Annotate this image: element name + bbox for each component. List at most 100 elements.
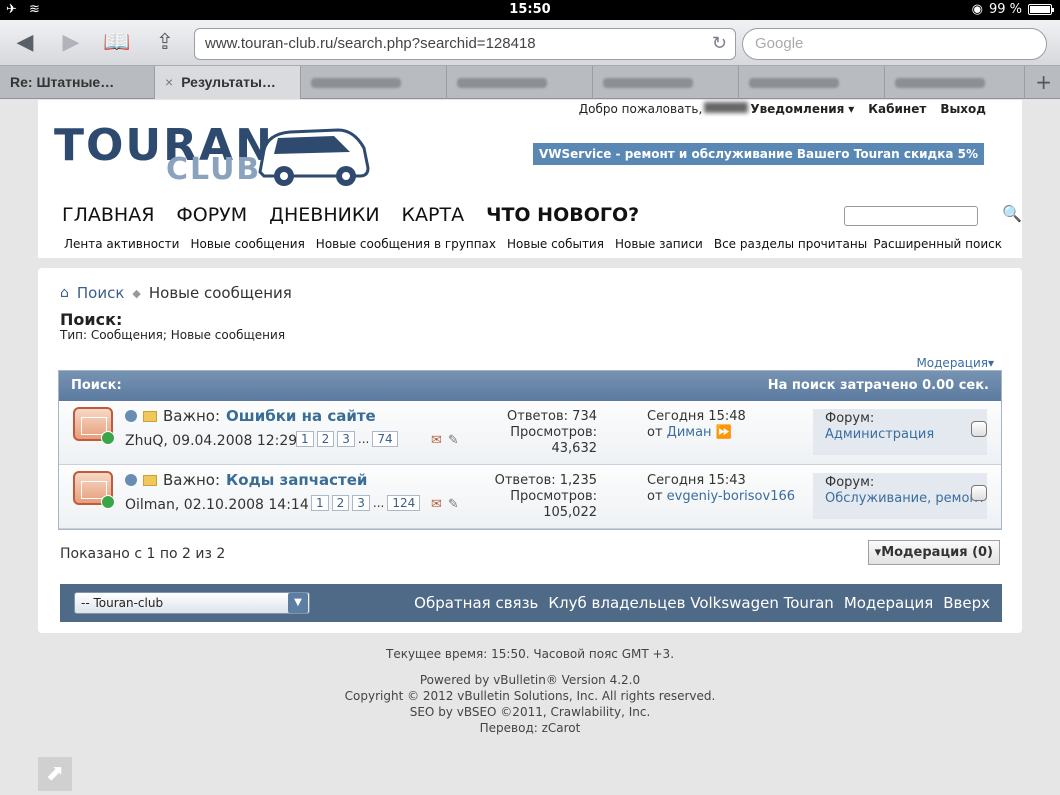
expand-arrow-icon[interactable]: ⬈ (38, 757, 72, 791)
results-count: Показано с 1 по 2 из 2 (60, 546, 226, 562)
page-ellipsis: ... (357, 432, 370, 446)
tab-1[interactable]: Re: Штатные… (0, 66, 155, 99)
nav-whats-new[interactable]: ЧТО НОВОГО? (486, 204, 639, 226)
page-link[interactable]: 74 (372, 431, 398, 447)
style-select[interactable]: -- Touran-club (74, 592, 310, 614)
subnav-new-group-posts[interactable]: Новые сообщения в группах (316, 237, 496, 251)
replies-count: Ответов: 734 (507, 409, 597, 424)
home-icon[interactable]: ⌂ (60, 285, 69, 301)
new-tab-button[interactable]: + (1035, 70, 1052, 94)
powered-by: Powered by vBulletin® Version 4.2.0 (419, 673, 641, 687)
thread-icons: ✉ ✎ (431, 497, 459, 512)
cabinet-link[interactable]: Кабинет (868, 102, 926, 116)
logo-text-bottom: CLUB (166, 152, 262, 187)
back-icon[interactable]: ◀ (10, 29, 40, 57)
page-link[interactable]: 3 (352, 495, 370, 511)
tab-1-label: Re: Штатные… (10, 74, 115, 90)
close-tab-icon[interactable]: × (165, 74, 173, 90)
search-icon[interactable]: 🔍 (1002, 204, 1022, 223)
google-search-placeholder: Google (755, 35, 804, 52)
tab-4[interactable] (447, 66, 593, 99)
bookmarks-icon[interactable]: 📖 (102, 29, 132, 57)
tab-7[interactable] (885, 66, 1025, 99)
select-checkbox[interactable] (971, 485, 987, 501)
select-checkbox[interactable] (971, 421, 987, 437)
last-post-time: Сегодня 15:43 (647, 473, 746, 488)
nav-home[interactable]: ГЛАВНАЯ (62, 204, 154, 226)
page-link[interactable]: 1 (296, 431, 314, 447)
go-last-post-icon[interactable]: ⏩ (716, 425, 732, 440)
advanced-search-link[interactable]: Расширенный поиск (873, 237, 1002, 251)
subnav-new-events[interactable]: Новые события (507, 237, 604, 251)
promo-banner[interactable]: VWService - ремонт и обслуживание Вашего… (532, 143, 984, 165)
site-header: Добро пожаловать, Уведомления ▾ Кабинет В… (38, 100, 1022, 258)
footer-links: Обратная связь Клуб владельцев Volkswage… (414, 594, 990, 612)
footer-moderation-link[interactable]: Модерация (844, 594, 933, 612)
moderation-dropdown[interactable]: Модерация▾ (916, 356, 994, 370)
go-first-unread-icon[interactable] (125, 474, 137, 486)
mail-icon: ✉ (431, 497, 442, 512)
thread-prefix: Важно: (163, 471, 221, 489)
last-post: Сегодня 15:48 от Диман ⏩ (647, 409, 797, 441)
page-link[interactable]: 2 (316, 431, 335, 447)
car-icon (258, 128, 370, 186)
page-link[interactable]: 1 (311, 495, 329, 511)
mail-icon: ✉ (431, 433, 442, 448)
share-icon[interactable]: ⇪ (150, 29, 180, 57)
page-ellipsis: ... (372, 496, 385, 510)
subnav-mark-read[interactable]: Все разделы прочитаны (714, 237, 867, 251)
tab-5[interactable] (593, 66, 739, 99)
main-nav: ГЛАВНАЯ ФОРУМ ДНЕВНИКИ КАРТА ЧТО НОВОГО? (62, 204, 639, 226)
attachment-icon: ✎ (447, 433, 459, 448)
last-post-user[interactable]: evgeniy-borisov166 (667, 489, 795, 504)
site-logo[interactable]: TOURAN CLUB (54, 120, 370, 190)
results-header-title: Поиск: (71, 378, 122, 393)
last-post-time: Сегодня 15:48 (647, 409, 746, 424)
page-links: 1 2 3 ... 74 (296, 431, 398, 447)
subnav-new-entries[interactable]: Новые записи (615, 237, 703, 251)
go-first-unread-icon[interactable] (125, 410, 137, 422)
nav-map[interactable]: КАРТА (402, 204, 465, 226)
breadcrumb-search[interactable]: Поиск (77, 284, 125, 302)
subnav-activity[interactable]: Лента активности (64, 237, 179, 251)
reload-icon[interactable]: ↻ (712, 33, 727, 54)
nav-diaries[interactable]: ДНЕВНИКИ (269, 204, 379, 226)
page-link[interactable]: 2 (331, 495, 350, 511)
nav-forum[interactable]: ФОРУМ (176, 204, 247, 226)
thread-title: Важно: Коды запчастей (125, 471, 367, 489)
site-search-input[interactable] (844, 206, 978, 226)
thread-author[interactable]: ZhuQ, 09.04.2008 12:29 (125, 433, 297, 449)
subnav-new-posts[interactable]: Новые сообщения (190, 237, 304, 251)
footer-feedback-link[interactable]: Обратная связь (414, 594, 538, 612)
forward-icon[interactable]: ▶ (56, 29, 86, 57)
views-count: 43,632 (551, 441, 598, 456)
thread-status-icon (73, 407, 115, 445)
moderation-button[interactable]: ▾Модерация (0) (867, 540, 1000, 565)
logout-link[interactable]: Выход (940, 102, 986, 116)
url-bar[interactable]: www.touran-club.ru/search.php?searchid=1… (194, 28, 736, 60)
welcome-text: Добро пожаловать, (578, 102, 703, 116)
tab-6[interactable] (739, 66, 885, 99)
page-link[interactable]: 3 (337, 431, 355, 447)
tab-2[interactable]: × Результаты… (155, 66, 301, 99)
tab-3[interactable] (301, 66, 447, 99)
footer-club-link[interactable]: Клуб владельцев Volkswagen Touran (548, 594, 833, 612)
forum-label: Форум: (825, 411, 875, 426)
last-post-by-prefix: от (647, 489, 663, 504)
chevron-down-icon[interactable]: ▼ (288, 593, 308, 613)
thread-link[interactable]: Коды запчастей (226, 471, 367, 489)
last-post-user[interactable]: Диман (667, 425, 712, 440)
google-search-input[interactable]: Google (742, 28, 1047, 60)
forum-link[interactable]: Администрация (825, 427, 975, 443)
notifications-link[interactable]: Уведомления (750, 102, 844, 116)
results-header: Поиск: На поиск затрачено 0.00 сек. (59, 371, 1001, 401)
views-label: Просмотров: (510, 489, 597, 504)
thread-link[interactable]: Ошибки на сайте (226, 407, 376, 425)
page-link[interactable]: 124 (387, 495, 421, 511)
views-count: 105,022 (543, 505, 597, 520)
forum-link[interactable]: Обслуживание, ремонт (825, 491, 985, 507)
attachment-icon: ✎ (447, 497, 459, 512)
thread-author[interactable]: Oilman, 02.10.2008 14:14 (125, 497, 309, 513)
footer-top-link[interactable]: Вверх (943, 594, 990, 612)
url-text: www.touran-club.ru/search.php?searchid=1… (205, 35, 536, 52)
